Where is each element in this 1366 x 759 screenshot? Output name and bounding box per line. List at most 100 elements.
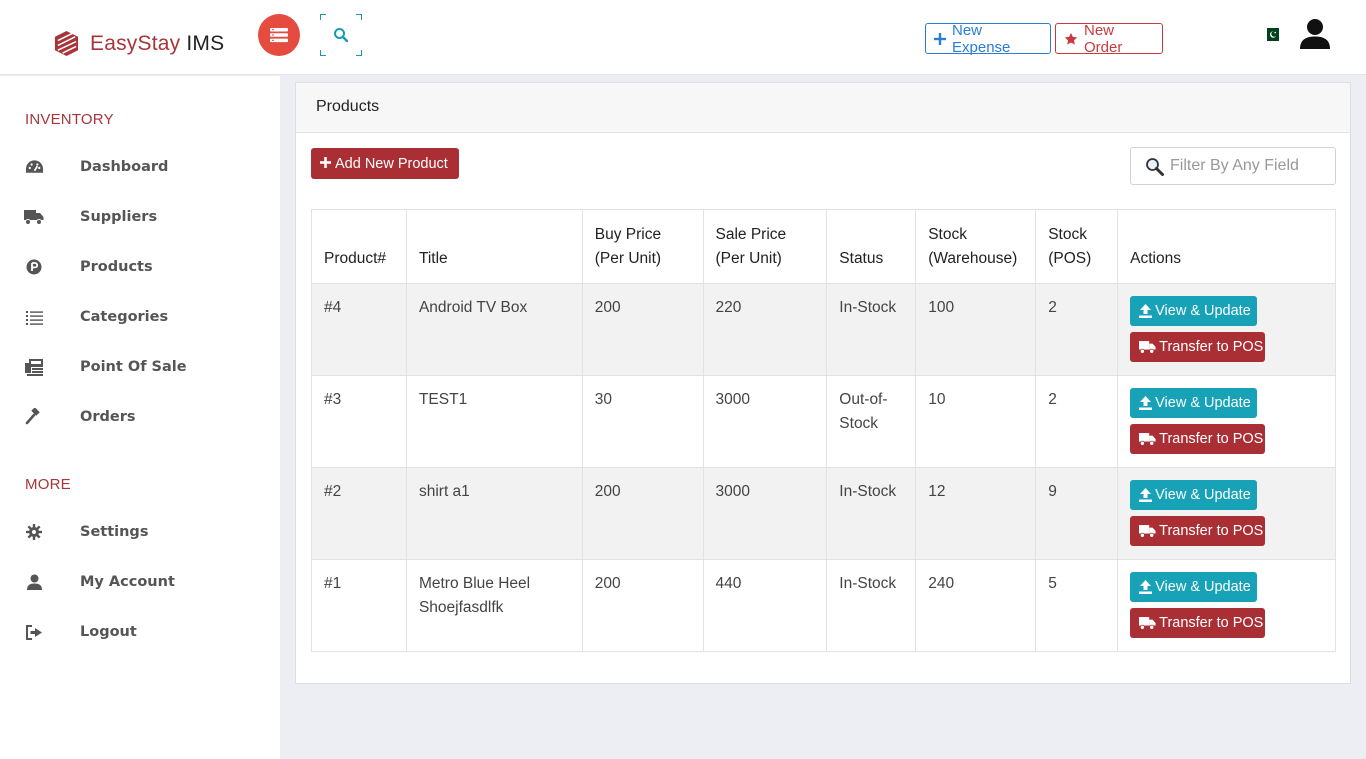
- products-table: Product# Title Buy Price (Per Unit) Sale Pri…: [311, 209, 1336, 652]
- top-bar: EasyStay IMS New Expense New Order: [0, 0, 1366, 75]
- view-update-label: View & Update: [1155, 303, 1251, 319]
- stock-warehouse-cell: 240: [915, 559, 1037, 652]
- table-header-row: Product# Title Buy Price (Per Unit) Sale Pri…: [311, 209, 1336, 284]
- stock-pos-cell: 2: [1035, 283, 1119, 376]
- table-body: #4 Android TV Box 200 220 In-Stock 100 2 View &…: [311, 283, 1336, 652]
- user-icon: [24, 572, 44, 592]
- sidebar: INVENTORY Dashboard Suppliers Products C…: [0, 76, 280, 759]
- language-flag-icon[interactable]: [1263, 28, 1279, 41]
- stock-pos-cell: 2: [1035, 375, 1119, 468]
- column-header-text: (Per Unit): [594, 250, 662, 267]
- menu-icon: [270, 28, 288, 43]
- transfer-to-pos-label: Transfer to POS: [1159, 523, 1264, 539]
- buy-price-cell: 30: [581, 375, 704, 468]
- table-row: #4 Android TV Box 200 220 In-Stock 100 2 View &…: [311, 283, 1336, 376]
- title-cell: Android TV Box: [405, 283, 583, 376]
- user-avatar-icon[interactable]: [1299, 18, 1331, 50]
- new-order-label: New Order: [1084, 21, 1123, 56]
- brand-name: EasyStay IMS: [90, 32, 224, 56]
- sidebar-item-logout[interactable]: Logout: [0, 612, 280, 652]
- brand-name-part2: IMS: [180, 31, 225, 55]
- sidebar-item-suppliers[interactable]: Suppliers: [0, 197, 280, 237]
- plus-icon: [320, 155, 331, 172]
- transfer-to-pos-button[interactable]: Transfer to POS: [1130, 332, 1266, 362]
- upload-icon: [1139, 396, 1153, 410]
- transfer-to-pos-label: Transfer to POS: [1159, 339, 1264, 355]
- sidebar-item-settings[interactable]: Settings: [0, 512, 280, 552]
- table-row: #3 TEST1 30 3000 Out-of-Stock 10 2 View & Updat…: [311, 375, 1336, 468]
- column-header-text: Product#: [324, 250, 387, 267]
- sidebar-item-my-account[interactable]: My Account: [0, 562, 280, 602]
- truck-icon: [1139, 524, 1156, 538]
- column-header-text: Actions: [1130, 250, 1181, 267]
- transfer-to-pos-button[interactable]: Transfer to POS: [1130, 516, 1266, 546]
- dashboard-icon: [24, 157, 44, 177]
- column-header-text: Title: [418, 250, 448, 267]
- search-icon: [1146, 157, 1164, 176]
- sidebar-item-label: My Account: [80, 574, 175, 590]
- sidebar-item-products[interactable]: Products: [0, 247, 280, 287]
- title-cell: TEST1: [405, 375, 583, 468]
- sidebar-item-label: Logout: [80, 624, 137, 640]
- column-header-text: Buy Price: [594, 226, 662, 243]
- transfer-to-pos-button[interactable]: Transfer to POS: [1130, 424, 1266, 454]
- title-cell: shirt a1: [405, 467, 583, 560]
- search-frame-corner: [320, 14, 326, 20]
- product-id-cell: #1: [311, 559, 407, 652]
- filter-input[interactable]: [1170, 157, 1330, 175]
- stock-pos-cell: 9: [1035, 467, 1119, 560]
- view-update-button[interactable]: View & Update: [1130, 388, 1258, 418]
- brand[interactable]: EasyStay IMS: [54, 30, 224, 57]
- menu-toggle-button[interactable]: [258, 14, 300, 56]
- status-cell: In-Stock: [826, 467, 917, 560]
- column-header-text: Stock: [928, 226, 967, 243]
- column-header-text: (Per Unit): [715, 250, 782, 267]
- actions-cell: View & Update Transfer to POS: [1117, 467, 1336, 560]
- product-id-cell: #2: [311, 467, 407, 560]
- column-header-text: (Warehouse): [928, 250, 1018, 267]
- column-header-text: Sale Price: [715, 226, 787, 243]
- stock-warehouse-cell: 12: [915, 467, 1037, 560]
- sidebar-item-dashboard[interactable]: Dashboard: [0, 147, 280, 187]
- actions-cell: View & Update Transfer to POS: [1117, 283, 1336, 376]
- product-id-cell: #4: [311, 283, 407, 376]
- sidebar-item-label: Categories: [80, 309, 169, 325]
- transfer-to-pos-button[interactable]: Transfer to POS: [1130, 608, 1266, 638]
- view-update-button[interactable]: View & Update: [1130, 572, 1258, 602]
- sidebar-item-label: Dashboard: [80, 159, 169, 175]
- sidebar-item-label: Settings: [80, 524, 149, 540]
- view-update-label: View & Update: [1155, 487, 1251, 503]
- table-row: #1 Metro Blue Heel Shoejfasdlfk 200 440 In-S…: [311, 559, 1336, 652]
- column-header: Actions: [1117, 209, 1336, 284]
- search-toggle-button[interactable]: [320, 14, 362, 56]
- sidebar-item-categories[interactable]: Categories: [0, 297, 280, 337]
- table-row: #2 shirt a1 200 3000 In-Stock 12 9 View & Updat…: [311, 467, 1336, 560]
- column-header: Product#: [311, 209, 407, 284]
- buy-price-cell: 200: [581, 559, 704, 652]
- sidebar-item-point-of-sale[interactable]: Point Of Sale: [0, 347, 280, 387]
- status-cell: In-Stock: [826, 559, 917, 652]
- logout-icon: [24, 622, 44, 642]
- column-header-text: Stock: [1048, 226, 1087, 243]
- add-new-product-button[interactable]: Add New Product: [311, 148, 459, 179]
- new-expense-button[interactable]: New Expense: [925, 21, 1051, 56]
- view-update-button[interactable]: View & Update: [1130, 480, 1258, 510]
- column-header: Stock (Warehouse): [915, 209, 1037, 284]
- truck-icon: [1139, 616, 1156, 630]
- status-cell: Out-of-Stock: [826, 375, 917, 468]
- new-expense-label: New Expense: [952, 21, 1011, 56]
- actions-cell: View & Update Transfer to POS: [1117, 375, 1336, 468]
- column-header: Sale Price (Per Unit): [702, 209, 828, 284]
- sidebar-item-orders[interactable]: Orders: [0, 397, 280, 437]
- actions-cell: View & Update Transfer to POS: [1117, 559, 1336, 652]
- sidebar-item-label: Point Of Sale: [80, 359, 187, 375]
- column-header-text: (POS): [1048, 250, 1092, 267]
- search-frame-corner: [356, 50, 362, 56]
- truck-icon: [1139, 340, 1156, 354]
- product-id-cell: #3: [311, 375, 407, 468]
- page-title: Products: [316, 98, 380, 115]
- view-update-button[interactable]: View & Update: [1130, 296, 1258, 326]
- view-update-label: View & Update: [1155, 395, 1251, 411]
- new-order-button[interactable]: New Order: [1055, 21, 1163, 56]
- upload-icon: [1139, 304, 1153, 318]
